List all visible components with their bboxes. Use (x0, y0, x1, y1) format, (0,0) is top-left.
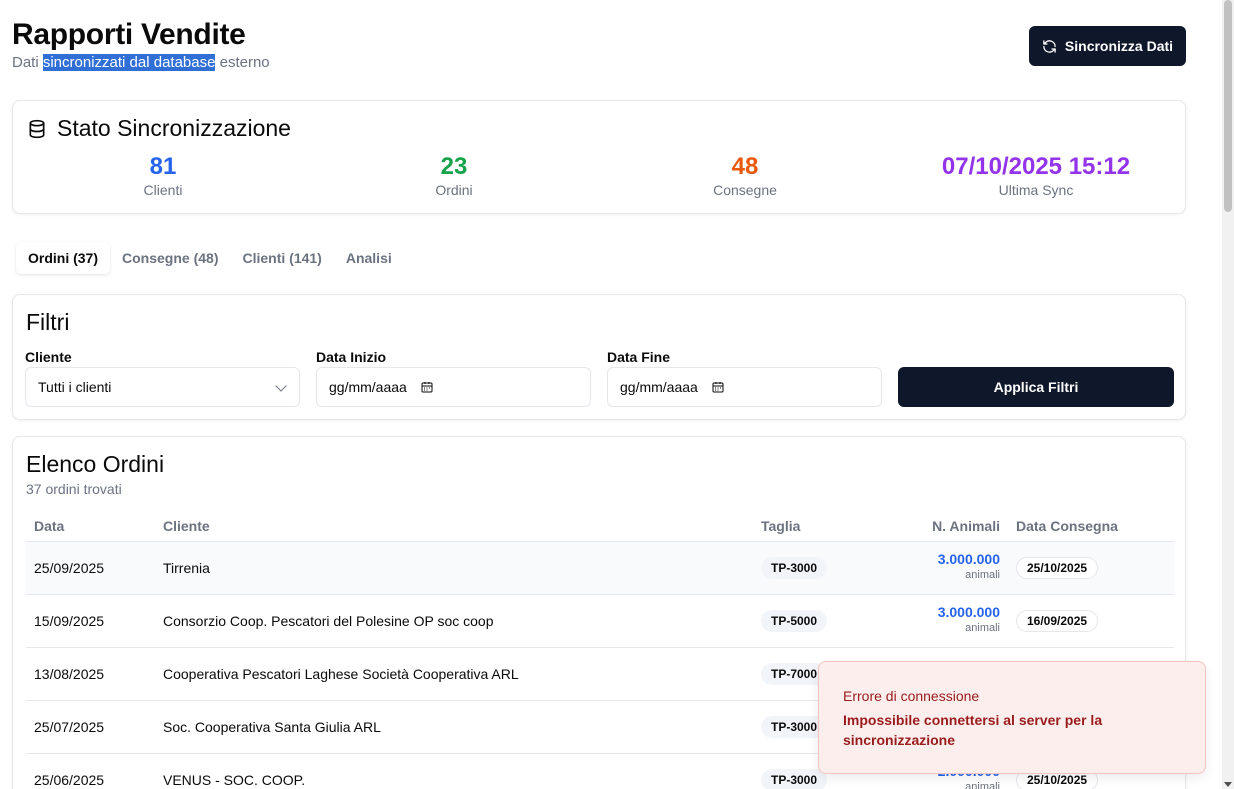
column-header-consegna[interactable]: Data Consegna (1016, 518, 1118, 534)
data-inizio-label: Data Inizio (316, 349, 387, 365)
cell-data: 25/06/2025 (34, 772, 105, 788)
data-fine-placeholder: gg/mm/aaaa (620, 379, 698, 395)
stat-ordini: 23 Ordini (309, 153, 599, 198)
tab-clienti[interactable]: Clienti (141) (230, 242, 333, 274)
cell-cliente: VENUS - SOC. COOP. (163, 772, 306, 788)
stat-consegne-value: 48 (731, 153, 759, 180)
column-header-cliente[interactable]: Cliente (163, 518, 210, 534)
data-inizio-placeholder: gg/mm/aaaa (329, 379, 407, 395)
table-row[interactable]: 25/09/2025 Tirrenia TP-3000 3.000.000 an… (26, 542, 1174, 595)
page-header: Rapporti Vendite Dati sincronizzati dal … (12, 18, 270, 71)
tab-list: Ordini (37) Consegne (48) Clienti (141) … (12, 240, 404, 276)
data-fine-input[interactable]: gg/mm/aaaa (607, 367, 882, 407)
filters-card: Filtri Cliente Tutti i clienti Data Iniz… (12, 294, 1186, 420)
subtitle-text-pre: Dati (12, 54, 43, 71)
stat-consegne: 48 Consegne (600, 153, 890, 198)
data-inizio-input[interactable]: gg/mm/aaaa (316, 367, 591, 407)
cell-data: 15/09/2025 (34, 613, 105, 629)
cliente-select-value: Tutti i clienti (38, 379, 112, 395)
sync-data-button-label: Sincronizza Dati (1064, 38, 1174, 54)
vertical-scrollbar[interactable] (1222, 0, 1234, 789)
error-toast[interactable]: Errore di connessione Impossibile connet… (818, 661, 1206, 774)
sync-data-button[interactable]: Sincronizza Dati (1029, 26, 1186, 66)
taglia-badge: TP-3000 (761, 557, 828, 579)
sync-status-card: Stato Sincronizzazione 81 Clienti 23 Ord… (12, 100, 1186, 214)
animali-unit: animali (965, 622, 1000, 634)
cell-data: 25/07/2025 (34, 719, 105, 735)
cliente-label: Cliente (25, 349, 72, 365)
stat-ultima-sync-value: 07/10/2025 15:12 (941, 153, 1131, 180)
cell-cliente: Tirrenia (163, 560, 210, 576)
page: Rapporti Vendite Dati sincronizzati dal … (0, 0, 1222, 789)
stat-clienti: 81 Clienti (18, 153, 308, 198)
sync-status-title: Stato Sincronizzazione (27, 115, 291, 142)
taglia-badge: TP-3000 (761, 769, 828, 789)
filters-title: Filtri (26, 309, 70, 335)
database-icon (29, 119, 45, 138)
calendar-icon[interactable] (421, 381, 433, 393)
stat-ordini-value: 23 (440, 153, 468, 180)
table-header: Data Cliente Taglia N. Animali Data Cons… (26, 509, 1174, 542)
page-title: Rapporti Vendite (12, 18, 246, 51)
animali-value: 3.000.000 (937, 604, 1000, 620)
cell-animali: 3.000.000 animali (938, 604, 1000, 634)
toast-title: Errore di connessione (843, 688, 980, 704)
chevron-down-icon (275, 380, 287, 392)
stat-ultima-sync-label: Ultima Sync (998, 182, 1074, 198)
cell-cliente: Cooperativa Pescatori Laghese Società Co… (163, 666, 519, 682)
consegna-badge: 25/10/2025 (1016, 557, 1099, 579)
animali-unit: animali (965, 781, 1000, 789)
tab-analisi[interactable]: Analisi (334, 242, 404, 274)
consegna-badge: 16/09/2025 (1016, 610, 1099, 632)
column-header-data[interactable]: Data (34, 518, 64, 534)
animali-value: 3.000.000 (937, 551, 1000, 567)
toast-description: Impossibile connettersi al server per la… (843, 712, 1103, 748)
stat-consegne-label: Consegne (713, 182, 777, 198)
subtitle-text-post: esterno (215, 54, 270, 71)
tab-consegne[interactable]: Consegne (48) (110, 242, 230, 274)
animali-unit: animali (965, 569, 1000, 581)
cell-cliente: Consorzio Coop. Pescatori del Polesine O… (163, 613, 494, 629)
sync-status-title-text: Stato Sincronizzazione (57, 115, 291, 141)
stat-ultima-sync: 07/10/2025 15:12 Ultima Sync (891, 153, 1181, 198)
page-subtitle: Dati sincronizzati dal database esterno (12, 54, 270, 71)
stat-ordini-label: Ordini (435, 182, 473, 198)
scrollbar-thumb[interactable] (1224, 0, 1232, 212)
column-header-taglia[interactable]: Taglia (761, 518, 800, 534)
calendar-icon[interactable] (712, 381, 724, 393)
column-header-animali[interactable]: N. Animali (932, 518, 1000, 534)
data-fine-label: Data Fine (607, 349, 671, 365)
subtitle-selected-text: sincronizzati dal database (42, 54, 216, 71)
table-row[interactable]: 15/09/2025 Consorzio Coop. Pescatori del… (26, 595, 1174, 648)
cell-data: 13/08/2025 (34, 666, 105, 682)
cliente-select[interactable]: Tutti i clienti (25, 367, 300, 407)
stat-clienti-label: Clienti (143, 182, 183, 198)
refresh-icon (1043, 39, 1056, 53)
taglia-badge: TP-5000 (761, 610, 828, 632)
apply-filters-button[interactable]: Applica Filtri (898, 367, 1174, 407)
cell-cliente: Soc. Cooperativa Santa Giulia ARL (163, 719, 381, 735)
cell-data: 25/09/2025 (34, 560, 105, 576)
tab-ordini[interactable]: Ordini (37) (16, 242, 111, 274)
orders-title: Elenco Ordini (26, 451, 165, 477)
cell-animali: 3.000.000 animali (938, 551, 1000, 581)
stat-clienti-value: 81 (149, 153, 177, 180)
orders-count: 37 ordini trovati (26, 481, 122, 497)
scroll-down-arrow-icon[interactable] (1224, 782, 1232, 787)
